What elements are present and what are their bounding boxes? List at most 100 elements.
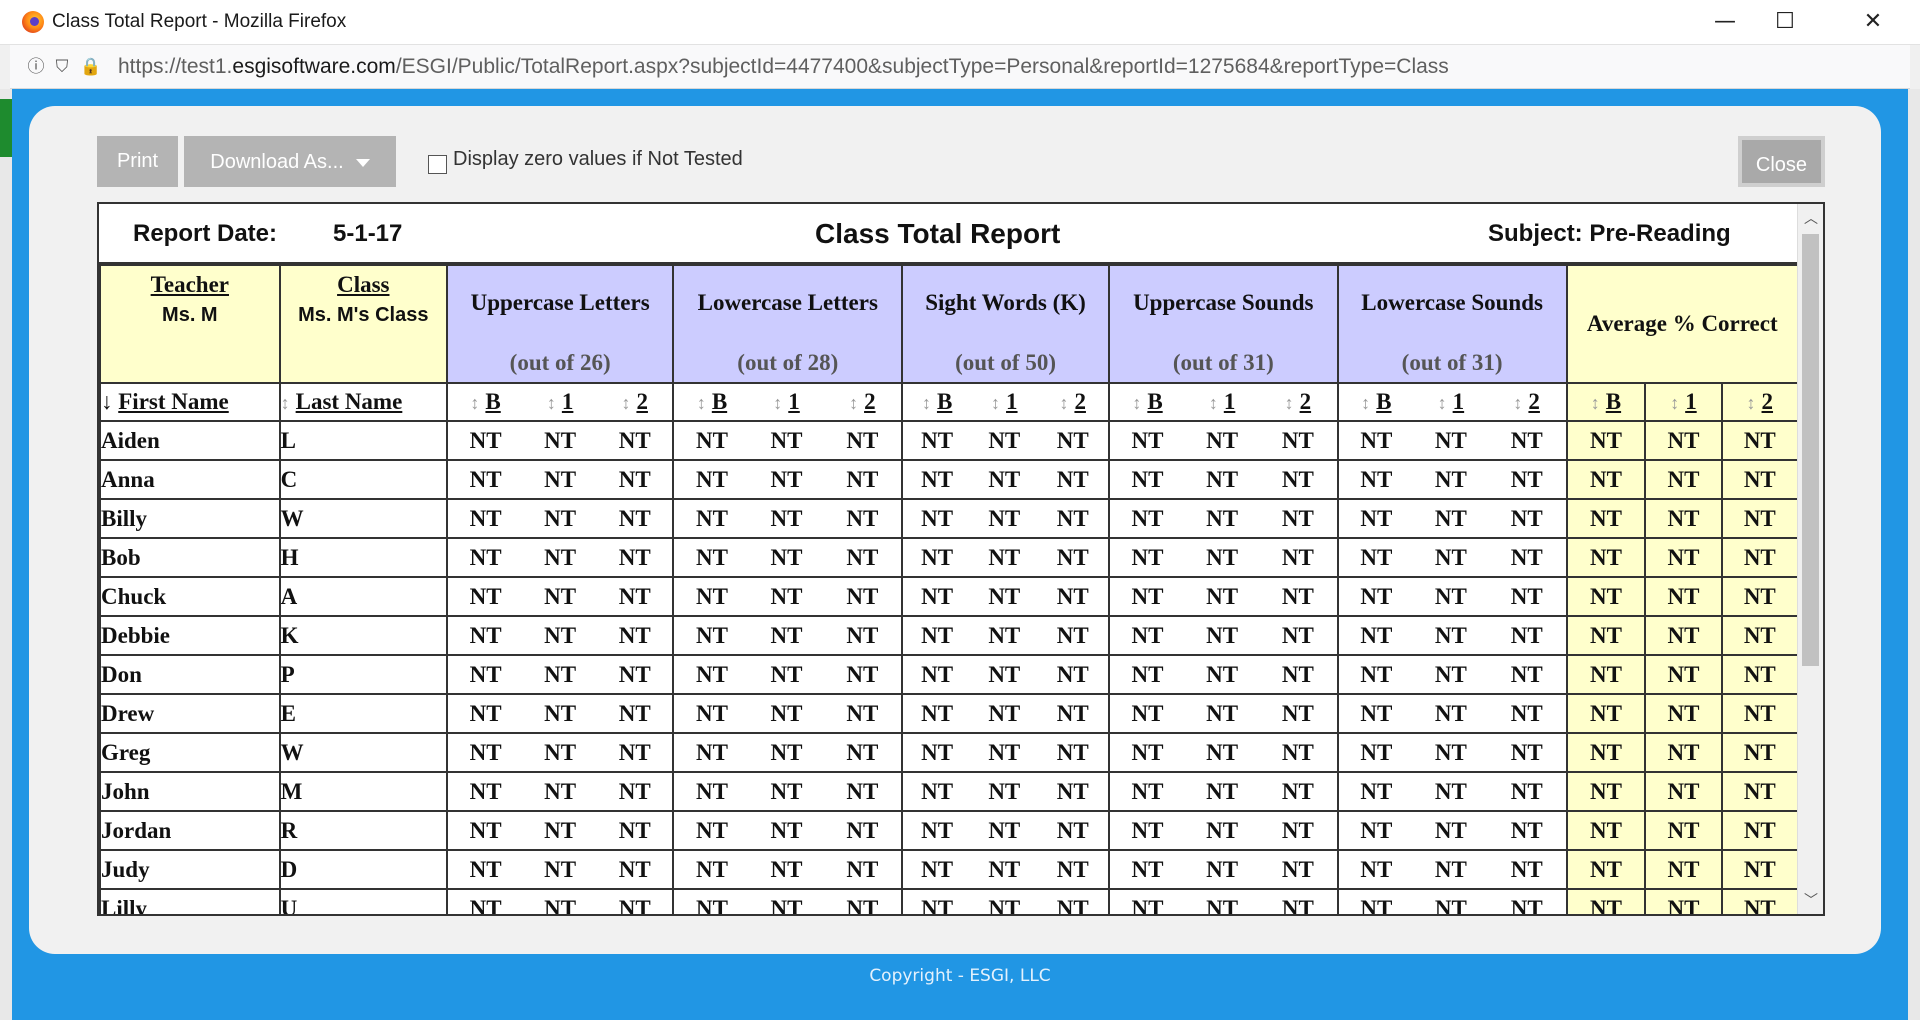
sub-column-header[interactable]: ↕ 2: [1720, 382, 1800, 422]
info-icon[interactable]: ⓘ: [26, 57, 46, 77]
lock-icon[interactable]: 🔒: [80, 57, 101, 77]
score-cell: NT: [1037, 459, 1110, 500]
background-page-edge: [0, 89, 12, 1020]
scrollbar-thumb[interactable]: [1802, 234, 1819, 666]
sub-column-header[interactable]: ↕ B: [1565, 382, 1647, 422]
sub-column-header[interactable]: ↕ B: [1336, 382, 1414, 422]
column-header-row: ↓ First Name ↕ Last Name ↕ B ↕ 1 ↕ 2 ↕ B ↕ 1 ↕ 2 ↕ B ↕ 1 ↕ 2…: [99, 382, 1800, 422]
score-cell: NT: [672, 810, 750, 851]
sub-column-header[interactable]: ↕ 1: [1413, 382, 1488, 422]
score-cell: NT: [1037, 576, 1110, 617]
score-cell: NT: [1258, 498, 1339, 539]
class-value: Ms. M's Class: [298, 304, 429, 326]
score-cell: NT: [523, 654, 598, 695]
sort-icon: ↕: [1132, 393, 1142, 413]
sub-column-header[interactable]: ↕ 2: [1037, 382, 1110, 422]
score-cell: NT: [597, 498, 675, 539]
first-name-header[interactable]: ↓ First Name: [99, 382, 281, 422]
score-cell: NT: [1720, 459, 1800, 500]
group-subtitle: (out of 28): [737, 350, 839, 375]
score-cell: NT: [1720, 498, 1800, 539]
score-cell: NT: [1185, 810, 1259, 851]
minimize-button[interactable]: —: [1700, 4, 1750, 40]
score-cell: NT: [1720, 888, 1800, 914]
background-page-edge-right: [1908, 89, 1920, 1020]
score-cell: NT: [1720, 654, 1800, 695]
score-cell: NT: [1565, 498, 1647, 539]
score-cell: NT: [597, 732, 675, 773]
sub-column-header[interactable]: ↕ B: [672, 382, 750, 422]
scroll-down-icon[interactable]: ﹀: [1798, 890, 1824, 910]
score-cell: NT: [1413, 810, 1488, 851]
last-name-cell: L: [278, 420, 448, 461]
score-cell: NT: [749, 771, 824, 812]
score-cell: NT: [749, 537, 824, 578]
report-subject: Subject: Pre-Reading: [1488, 220, 1731, 247]
score-cell: NT: [901, 654, 972, 695]
last-name-cell: K: [278, 615, 448, 656]
print-button[interactable]: Print: [97, 136, 178, 187]
close-window-button[interactable]: ✕: [1848, 4, 1898, 40]
last-name-cell: U: [278, 888, 448, 914]
sub-column-header[interactable]: ↕ B: [445, 382, 524, 422]
first-name-cell: Drew: [99, 693, 281, 734]
score-cell: NT: [1413, 771, 1488, 812]
shield-icon[interactable]: ⛉: [52, 57, 72, 77]
close-button[interactable]: Close: [1738, 136, 1825, 187]
scroll-up-icon[interactable]: ︿: [1798, 208, 1824, 228]
score-cell: NT: [823, 654, 904, 695]
sub-column-header[interactable]: ↕ 1: [1644, 382, 1723, 422]
sub-column-header[interactable]: ↕ 1: [523, 382, 598, 422]
address-bar[interactable]: ⓘ ⛉ 🔒 https://test1.esgisoftware.com/ESG…: [10, 45, 1910, 89]
sub-column-label: 1: [1685, 389, 1697, 414]
sort-icon: ↕: [1590, 393, 1600, 413]
score-cell: NT: [901, 498, 972, 539]
sub-column-label: 2: [1074, 389, 1086, 414]
score-cell: NT: [749, 654, 824, 695]
zero-values-label[interactable]: Display zero values if Not Tested: [453, 148, 743, 171]
first-name-cell: Aiden: [99, 420, 281, 461]
sub-column-header[interactable]: ↕ 2: [1487, 382, 1568, 422]
score-cell: NT: [1258, 732, 1339, 773]
score-cell: NT: [1565, 771, 1647, 812]
sub-column-header[interactable]: ↕ 2: [597, 382, 675, 422]
sub-column-label: 2: [1528, 389, 1540, 414]
score-cell: NT: [597, 654, 675, 695]
last-name-header[interactable]: ↕ Last Name: [278, 382, 448, 422]
score-cell: NT: [1107, 693, 1186, 734]
sort-icon: ↕: [773, 393, 783, 413]
sub-column-header[interactable]: ↕ B: [1107, 382, 1186, 422]
sort-icon: ↕: [1746, 393, 1756, 413]
sub-column-header[interactable]: ↕ 1: [749, 382, 824, 422]
last-name-cell: W: [278, 732, 448, 773]
score-cell: NT: [523, 849, 598, 890]
group-name: Uppercase Letters: [470, 290, 650, 315]
score-cell: NT: [1487, 537, 1568, 578]
score-cell: NT: [1185, 615, 1259, 656]
score-cell: NT: [749, 498, 824, 539]
score-cell: NT: [971, 888, 1038, 914]
score-cell: NT: [1107, 810, 1186, 851]
score-cell: NT: [1258, 888, 1339, 914]
score-cell: NT: [445, 810, 524, 851]
vertical-scrollbar[interactable]: ︿ ﹀: [1797, 204, 1823, 914]
score-cell: NT: [523, 693, 598, 734]
score-cell: NT: [1720, 732, 1800, 773]
download-as-button[interactable]: Download As...: [184, 136, 396, 187]
url-text[interactable]: https://test1.esgisoftware.com/ESGI/Publ…: [118, 55, 1449, 79]
sub-column-header[interactable]: ↕ 1: [1185, 382, 1259, 422]
maximize-button[interactable]: ☐: [1760, 4, 1810, 40]
sub-column-header[interactable]: ↕ 1: [971, 382, 1038, 422]
score-cell: NT: [445, 849, 524, 890]
sub-column-label: 2: [1761, 389, 1774, 414]
score-cell: NT: [1487, 459, 1568, 500]
sub-column-header[interactable]: ↕ B: [901, 382, 972, 422]
student-row: Bob H NT NT NT NT NT NT NT NT NT NT NT NT NT NT NT NT NT NT: [99, 537, 1800, 578]
sub-column-header[interactable]: ↕ 2: [1258, 382, 1339, 422]
sub-column-header[interactable]: ↕ 2: [823, 382, 904, 422]
zero-values-checkbox[interactable]: [428, 155, 447, 174]
sort-icon: ↕: [1284, 393, 1294, 413]
score-cell: NT: [1037, 693, 1110, 734]
sort-icon: ↕: [280, 393, 290, 413]
score-cell: NT: [971, 498, 1038, 539]
